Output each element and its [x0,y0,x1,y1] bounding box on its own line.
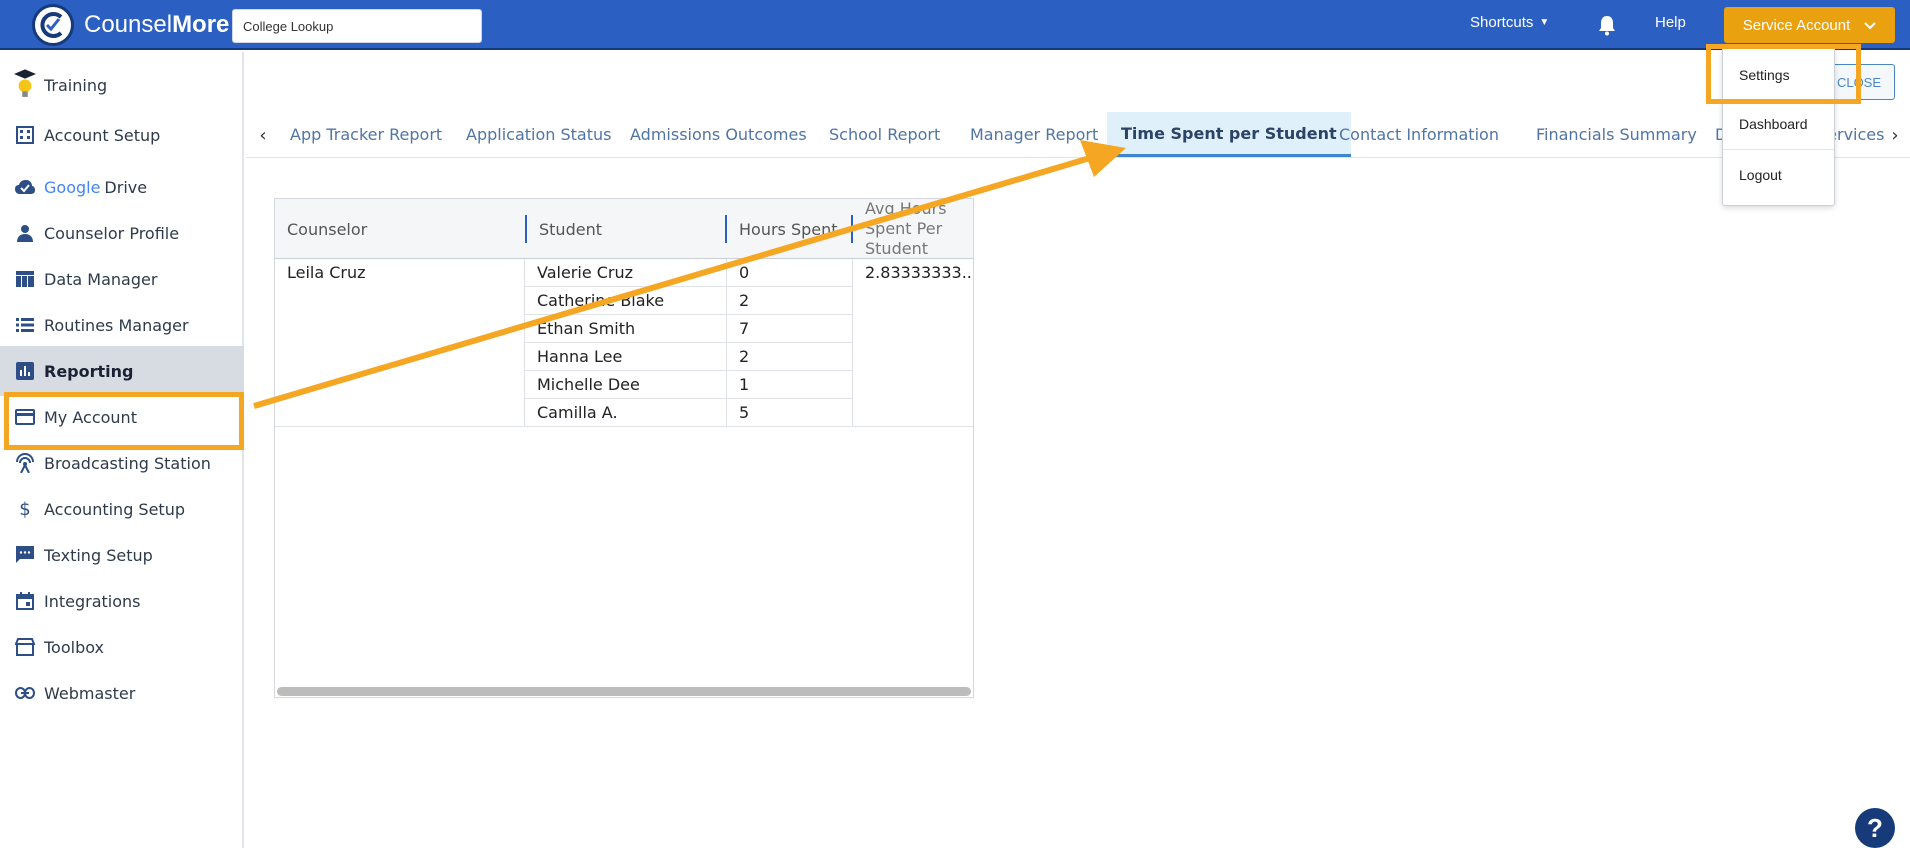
sidebar-item-label: Integrations [44,591,141,611]
sidebar-item-account-setup[interactable]: Account Setup [0,110,244,160]
tab-school-report[interactable]: School Report [815,112,954,157]
cell-student: Hanna Lee [525,343,727,371]
caret-down-icon: ▼ [1539,17,1550,28]
cell-counselor: Leila Cruz [275,259,525,427]
graduation-bulb-icon [14,69,36,97]
cell-avg-hours: 2.83333333... [853,259,973,427]
cell-hours: 1 [727,371,853,399]
horizontal-scrollbar[interactable] [277,687,971,696]
list-icon [14,314,36,336]
sidebar-item-webmaster[interactable]: Webmaster [0,668,244,718]
sidebar-item-reporting[interactable]: Reporting [0,346,244,396]
cell-hours: 5 [727,399,853,427]
tab-manager-report[interactable]: Manager Report [956,112,1112,157]
sidebar-item-label: Training [44,75,108,95]
logo[interactable]: CounselMore [32,4,229,46]
cell-hours: 0 [727,259,853,287]
sidebar-item-integrations[interactable]: Integrations [0,576,244,626]
user-icon [14,222,36,244]
sidebar-item-label: Account Setup [44,125,161,145]
chevron-left-icon[interactable]: ‹ [250,120,276,150]
cell-student: Ethan Smith [525,315,727,343]
table-icon [14,268,36,290]
sidebar-item-label: Data Manager [44,269,158,289]
chevron-down-icon [1864,17,1876,34]
service-account-button[interactable]: Service Account [1724,7,1895,43]
broadcast-tower-icon [14,452,36,474]
bell-icon[interactable] [1597,14,1617,36]
brand-name: CounselMore [84,11,230,38]
sidebar-item-label: Counselor Profile [44,223,180,243]
sidebar-item-accounting-setup[interactable]: $ Accounting Setup [0,484,244,534]
column-header-hours-spent[interactable]: Hours Spent [727,199,851,259]
help-fab-button[interactable]: ? [1855,808,1895,848]
sidebar-item-routines-manager[interactable]: Routines Manager [0,300,244,350]
column-header-counselor[interactable]: Counselor [275,199,525,259]
cloud-check-icon [14,176,36,198]
sidebar-item-data-manager[interactable]: Data Manager [0,254,244,304]
sidebar-item-label: Drive [104,177,148,197]
shortcuts-menu[interactable]: Shortcuts ▼ [1470,14,1549,31]
tab-app-tracker-report[interactable]: App Tracker Report [276,112,456,157]
account-label: Service Account [1742,16,1851,34]
cell-student: Michelle Dee [525,371,727,399]
highlight-box-settings [1706,44,1861,104]
bar-chart-icon [14,360,36,382]
top-header: CounselMore Shortcuts ▼ Help Service Acc… [0,0,1910,50]
menu-item-logout[interactable]: Logout [1723,151,1834,199]
menu-divider [1723,149,1834,150]
report-tabs: ‹ App Tracker Report Application Status … [246,112,1910,158]
cell-hours: 2 [727,287,853,315]
tab-application-status[interactable]: Application Status [452,112,625,157]
sidebar-item-toolbox[interactable]: Toolbox [0,622,244,672]
chevron-right-icon[interactable]: › [1882,120,1908,150]
calendar-icon [14,590,36,612]
dollar-icon: $ [19,498,31,520]
sidebar-item-texting-setup[interactable]: Texting Setup [0,530,244,580]
cell-student: Camilla A. [525,399,727,427]
tab-admissions-outcomes[interactable]: Admissions Outcomes [616,112,821,157]
logo-icon [32,4,74,46]
column-header-avg-hours[interactable]: Avg Hours Spent Per Student [853,199,971,259]
sidebar: Training Account Setup Google Drive Coun… [0,52,244,848]
shortcuts-label: Shortcuts [1470,14,1534,31]
sidebar-item-label: Texting Setup [44,545,153,565]
sidebar-item-label: Toolbox [44,637,104,657]
link-icon [14,682,36,704]
store-icon [14,636,36,658]
tab-time-spent-per-student[interactable]: Time Spent per Student [1107,112,1351,157]
cell-hours: 7 [727,315,853,343]
google-wordmark: Google [44,177,101,197]
sidebar-item-label: Webmaster [44,683,136,703]
column-header-student[interactable]: Student [527,199,727,259]
tab-contact-information[interactable]: Contact Information [1325,112,1513,157]
cell-student: Valerie Cruz [525,259,727,287]
menu-item-dashboard[interactable]: Dashboard [1723,100,1834,148]
sidebar-item-training[interactable]: Training [0,60,244,110]
cell-hours: 2 [727,343,853,371]
tab-financials-summary[interactable]: Financials Summary [1522,112,1711,157]
sidebar-item-google-drive[interactable]: Google Drive [0,162,244,212]
highlight-box-reporting [4,392,244,450]
college-lookup-input[interactable] [232,9,482,43]
sidebar-item-label: Routines Manager [44,315,189,335]
chat-icon [14,544,36,566]
sidebar-item-counselor-profile[interactable]: Counselor Profile [0,208,244,258]
building-icon [14,124,36,146]
cell-student: Catherine Blake [525,287,727,315]
sidebar-item-label: Broadcasting Station [44,453,211,473]
help-link[interactable]: Help [1655,14,1686,31]
sidebar-item-label: Accounting Setup [44,499,185,519]
time-spent-grid: Counselor Student Hours Spent Avg Hours … [274,198,974,698]
grid-header: Counselor Student Hours Spent Avg Hours … [275,199,973,259]
sidebar-item-label: Reporting [44,361,134,381]
